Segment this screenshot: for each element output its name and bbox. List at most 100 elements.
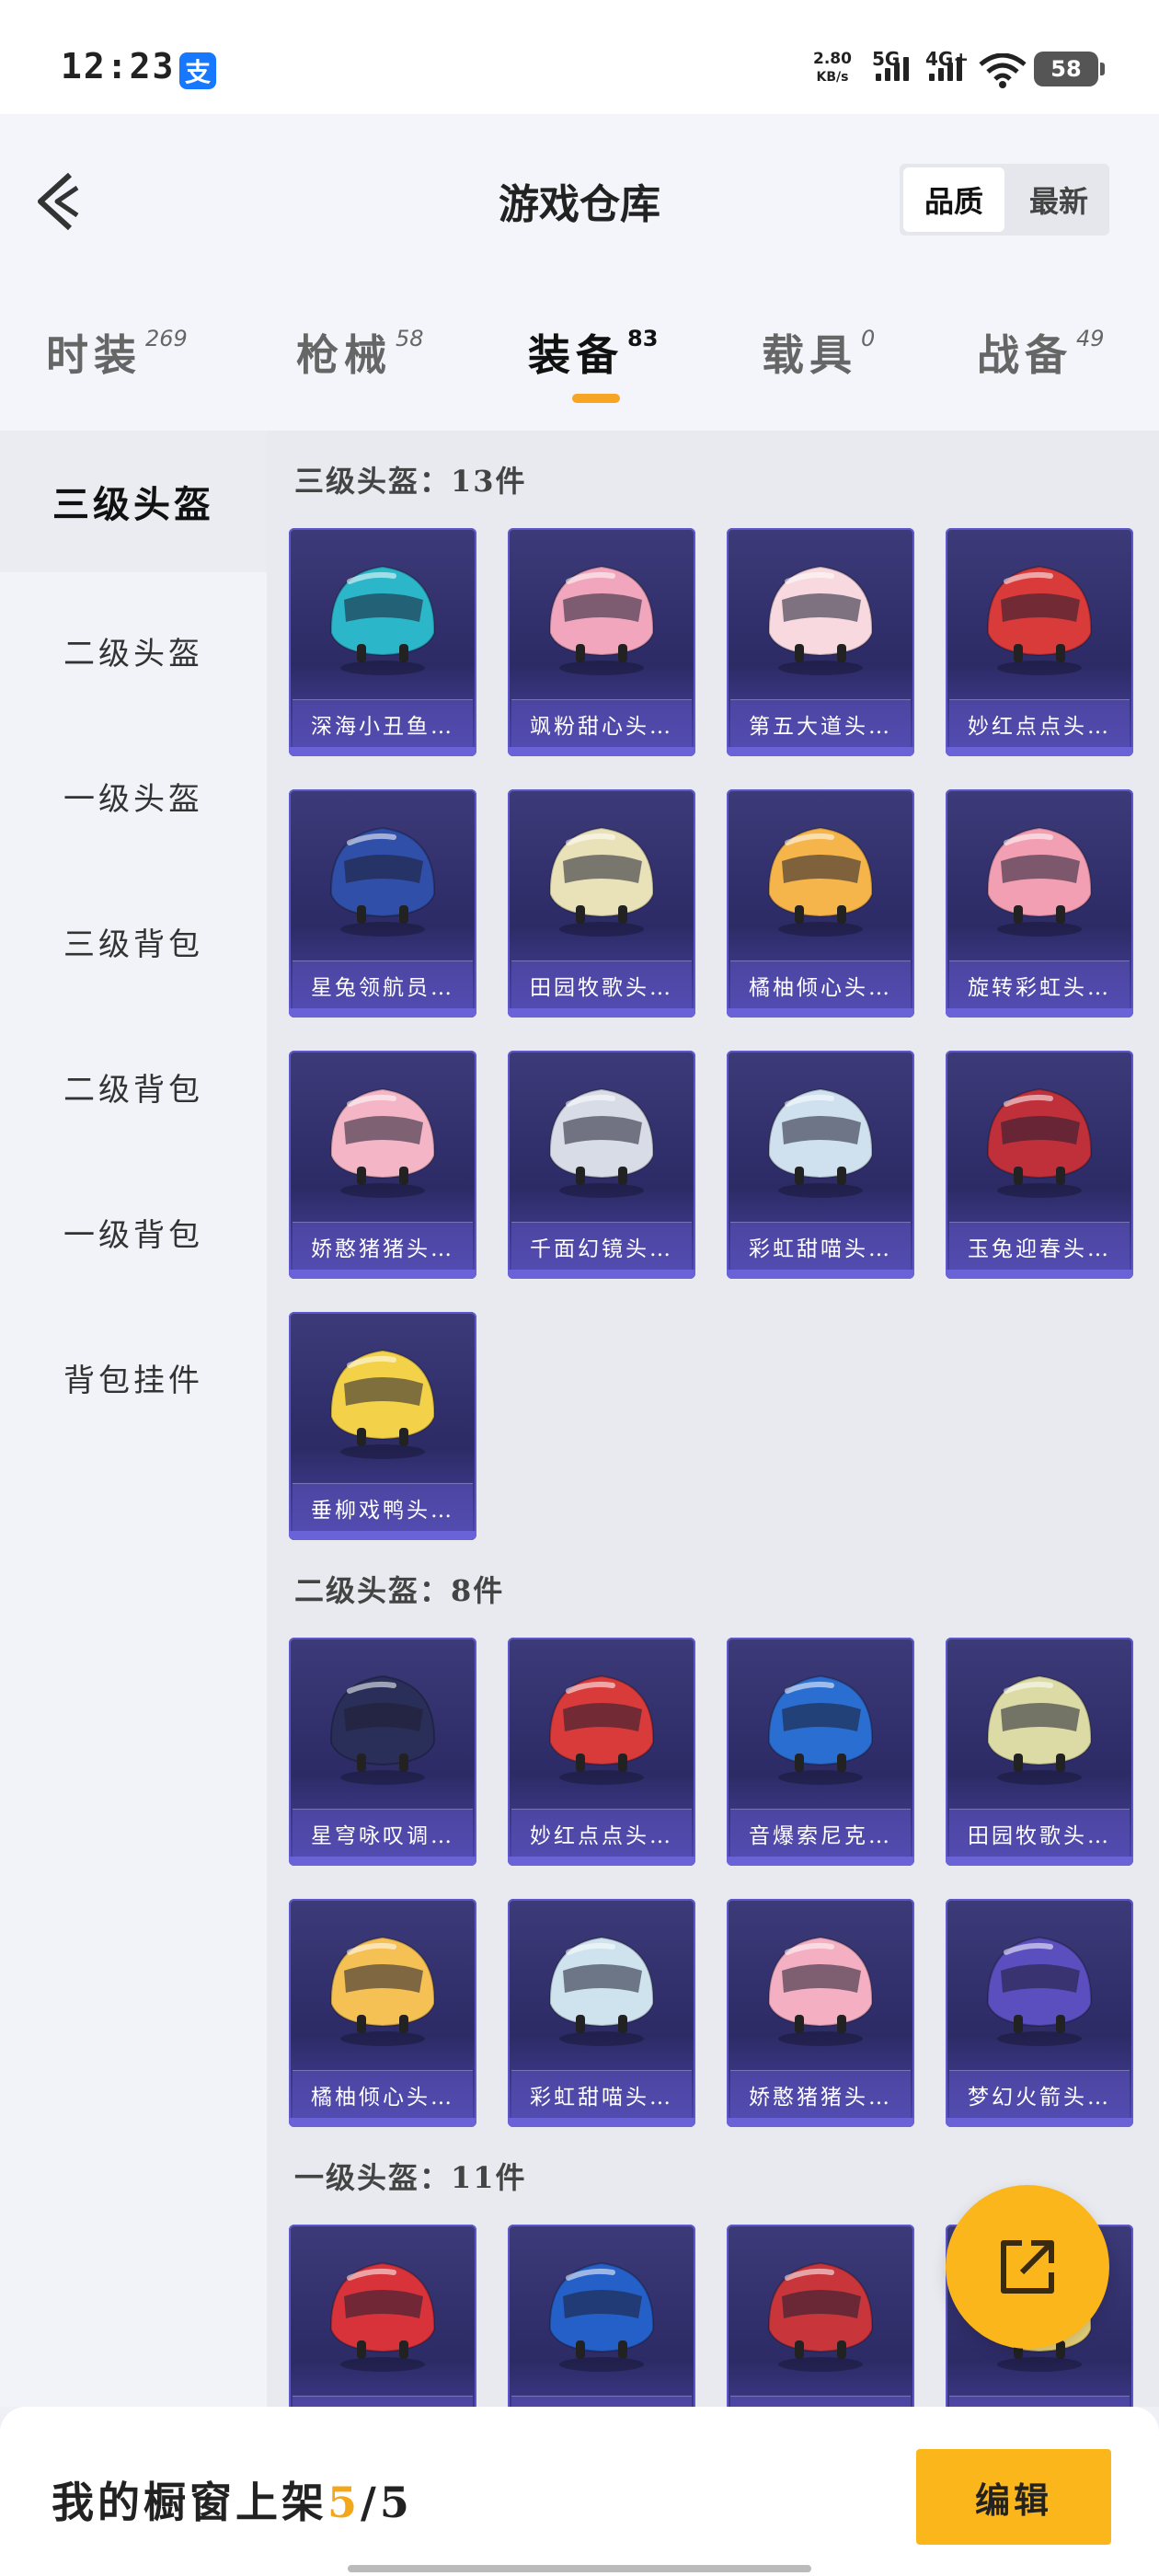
tab-equipment[interactable]: 装备 83 (528, 322, 658, 383)
item-card[interactable]: 娇憨猪猪头… (289, 1051, 476, 1279)
item-card[interactable]: 梦幻火箭头… (946, 1899, 1133, 2127)
item-card[interactable]: 田园牧歌头… (946, 1638, 1133, 1866)
item-card[interactable]: 音爆索尼克… (727, 1638, 914, 1866)
card-rarity-strip (946, 1008, 1133, 1018)
item-card[interactable]: 星穹咏叹调… (289, 1638, 476, 1866)
clock: 12:23 (61, 46, 176, 86)
home-indicator (348, 2565, 811, 2572)
helmet-icon (548, 826, 655, 937)
item-card[interactable] (508, 2225, 695, 2407)
share-icon (1001, 2240, 1054, 2294)
tab-firearms[interactable]: 枪械 58 (296, 322, 424, 383)
helmet-icon (986, 1936, 1093, 2046)
item-card[interactable]: 彩虹甜喵头… (508, 1899, 695, 2127)
helmet-icon (986, 1087, 1093, 1198)
card-rarity-strip (508, 1008, 695, 1018)
sort-toggle: 品质 最新 (900, 164, 1109, 236)
helmet-icon (548, 1087, 655, 1198)
card-rarity-strip (289, 2118, 476, 2127)
tab-count: 0 (861, 326, 876, 351)
card-rarity-strip (727, 1270, 914, 1279)
item-name: 旋转彩虹头… (949, 960, 1130, 1008)
item-name: 彩虹甜喵头… (730, 1222, 911, 1270)
sidebar-item-level2-helmet[interactable]: 二级头盔 (0, 580, 267, 721)
card-rarity-strip (946, 1270, 1133, 1279)
card-rarity-strip (289, 1270, 476, 1279)
item-card[interactable]: 田园牧歌头… (508, 789, 695, 1018)
item-card[interactable]: 妙红点点头… (508, 1638, 695, 1866)
item-card[interactable]: 千面幻镜头… (508, 1051, 695, 1279)
item-card[interactable]: 飒粉甜心头… (508, 528, 695, 756)
item-card[interactable]: 橘柚倾心头… (727, 789, 914, 1018)
signal-bars-icon (876, 57, 909, 81)
item-card[interactable]: 垂柳戏鸭头… (289, 1312, 476, 1540)
bottom-bar: 我的橱窗上架5/5 编辑 (0, 2407, 1159, 2576)
item-name: 音爆索尼克… (730, 1809, 911, 1857)
item-name: 星兔领航员… (293, 960, 473, 1008)
item-card[interactable]: 橘柚倾心头… (289, 1899, 476, 2127)
sidebar-item-level2-backpack[interactable]: 二级背包 (0, 1016, 267, 1157)
card-rarity-strip (289, 1531, 476, 1540)
helmet-icon (767, 826, 874, 937)
tab-fashion[interactable]: 时装 269 (46, 322, 188, 383)
active-tab-indicator (572, 394, 620, 403)
section-title: 三级头盔：13件 (294, 464, 527, 499)
sidebar: 三级头盔 二级头盔 一级头盔 三级背包 二级背包 一级背包 背包挂件 (0, 431, 267, 2407)
item-name: 田园牧歌头… (511, 960, 692, 1008)
sidebar-item-level3-helmet[interactable]: 三级头盔 (0, 431, 267, 572)
item-card[interactable]: 旋转彩虹头… (946, 789, 1133, 1018)
tab-battle-gear[interactable]: 战备 49 (977, 322, 1105, 383)
sidebar-item-level1-backpack[interactable]: 一级背包 (0, 1161, 267, 1303)
item-name: 星穹咏叹调… (293, 1809, 473, 1857)
sort-option-latest[interactable]: 最新 (1008, 164, 1109, 236)
sidebar-item-level1-helmet[interactable]: 一级头盔 (0, 725, 267, 867)
sidebar-item-backpack-charm[interactable]: 背包挂件 (0, 1306, 267, 1448)
helmet-icon (329, 826, 436, 937)
helmet-icon (329, 2261, 436, 2372)
item-card[interactable]: 玉兔迎春头… (946, 1051, 1133, 1279)
card-rarity-strip (508, 747, 695, 756)
helmet-icon (767, 2261, 874, 2372)
signal-bars-icon (929, 57, 962, 81)
item-name: 娇憨猪猪头… (293, 1222, 473, 1270)
category-tabs: 时装 269 枪械 58 装备 83 载具 0 战备 49 (0, 313, 1159, 414)
card-rarity-strip (727, 2118, 914, 2127)
item-name: 橘柚倾心头… (293, 2070, 473, 2118)
card-rarity-strip (946, 1857, 1133, 1866)
tab-label: 载具 (762, 330, 857, 380)
helmet-icon (986, 826, 1093, 937)
card-rarity-strip (946, 747, 1133, 756)
item-card[interactable]: 第五大道头… (727, 528, 914, 756)
card-rarity-strip (508, 1270, 695, 1279)
item-name: 橘柚倾心头… (730, 960, 911, 1008)
helmet-icon (329, 1936, 436, 2046)
item-card[interactable] (727, 2225, 914, 2407)
card-rarity-strip (289, 747, 476, 756)
item-card[interactable]: 妙红点点头… (946, 528, 1133, 756)
card-rarity-strip (946, 2118, 1133, 2127)
card-rarity-strip (508, 2118, 695, 2127)
showcase-separator: / (361, 2478, 380, 2527)
alipay-icon: 支 (179, 52, 216, 89)
item-name: 彩虹甜喵头… (511, 2070, 692, 2118)
item-card[interactable]: 娇憨猪猪头… (727, 1899, 914, 2127)
item-name (511, 2396, 692, 2407)
showcase-total-count: 5 (379, 2478, 413, 2527)
sidebar-item-level3-backpack[interactable]: 三级背包 (0, 870, 267, 1012)
card-rarity-strip (508, 1857, 695, 1866)
edit-button[interactable]: 编辑 (916, 2449, 1111, 2545)
card-rarity-strip (727, 1857, 914, 1866)
tab-count: 49 (1076, 326, 1105, 351)
sort-option-quality[interactable]: 品质 (903, 167, 1004, 232)
card-rarity-strip (289, 1857, 476, 1866)
item-card[interactable]: 彩虹甜喵头… (727, 1051, 914, 1279)
item-card[interactable]: 星兔领航员… (289, 789, 476, 1018)
item-name: 妙红点点头… (949, 699, 1130, 747)
item-card[interactable] (289, 2225, 476, 2407)
tab-vehicles[interactable]: 载具 0 (762, 322, 875, 383)
helmet-icon (548, 565, 655, 675)
item-name: 玉兔迎春头… (949, 1222, 1130, 1270)
share-button[interactable] (946, 2185, 1109, 2349)
helmet-icon (548, 2261, 655, 2372)
item-card[interactable]: 深海小丑鱼… (289, 528, 476, 756)
